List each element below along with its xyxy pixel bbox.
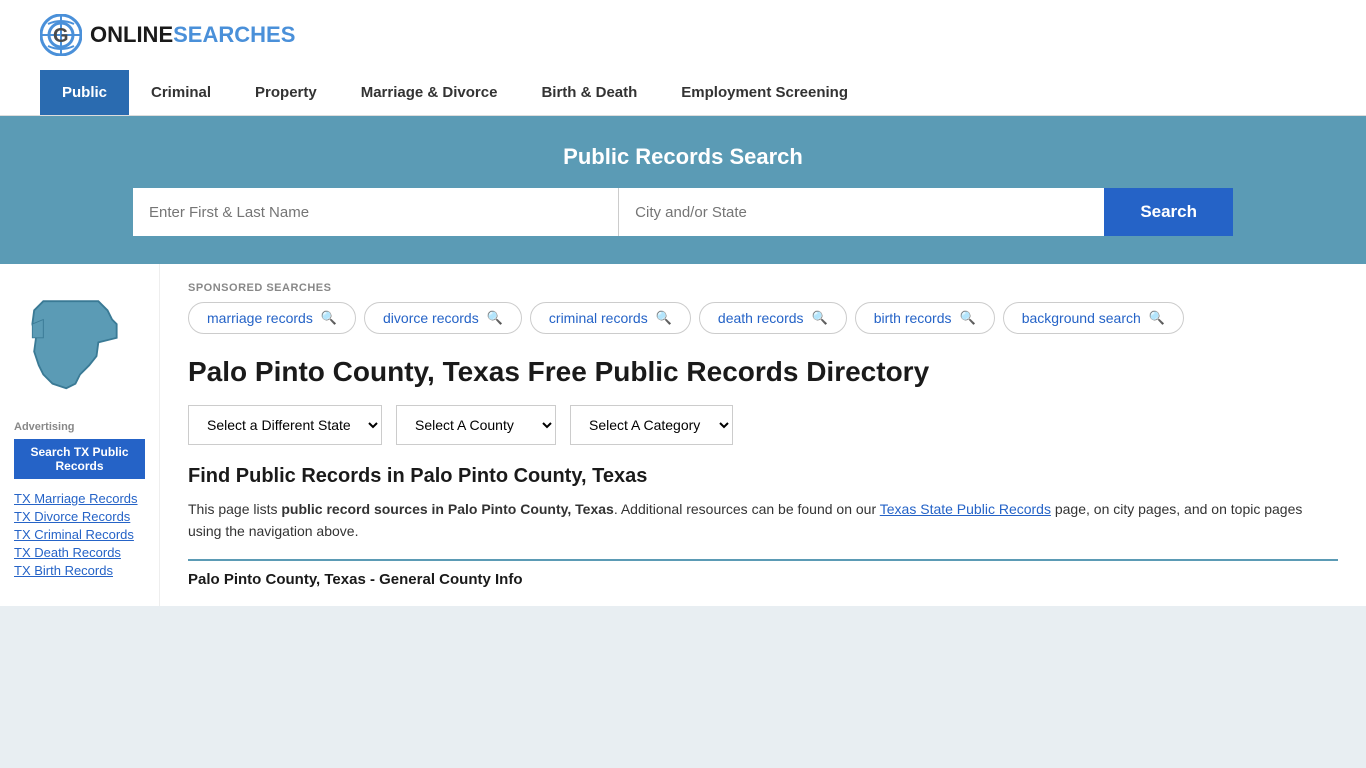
sidebar: Advertising Search TX Public Records TX …	[0, 264, 160, 606]
sidebar-links: TX Marriage Records TX Divorce Records T…	[14, 491, 145, 578]
sidebar-ad-button[interactable]: Search TX Public Records	[14, 439, 145, 479]
search-banner-title: Public Records Search	[40, 144, 1326, 170]
nav-item-birth-death[interactable]: Birth & Death	[519, 70, 659, 115]
main-content: SPONSORED SEARCHES marriage records 🔍 di…	[160, 264, 1366, 606]
name-input[interactable]	[133, 188, 619, 236]
sponsored-tags: marriage records 🔍 divorce records 🔍 cri…	[188, 302, 1338, 334]
search-icon-2: 🔍	[487, 310, 503, 326]
sidebar-ad-label: Advertising	[14, 421, 145, 433]
search-icon-3: 🔍	[656, 310, 672, 326]
search-button[interactable]: Search	[1104, 188, 1233, 236]
sidebar-link-death[interactable]: TX Death Records	[14, 545, 145, 560]
nav-item-employment[interactable]: Employment Screening	[659, 70, 870, 115]
logo-icon: G	[40, 14, 82, 56]
state-dropdown[interactable]: Select a Different State	[188, 405, 382, 445]
search-banner: Public Records Search Search	[0, 116, 1366, 264]
tag-background-search[interactable]: background search 🔍	[1003, 302, 1184, 334]
county-info-header: Palo Pinto County, Texas - General Count…	[188, 559, 1338, 588]
nav-item-public[interactable]: Public	[40, 70, 129, 115]
nav-item-criminal[interactable]: Criminal	[129, 70, 233, 115]
tag-criminal-records[interactable]: criminal records 🔍	[530, 302, 691, 334]
texas-state-link[interactable]: Texas State Public Records	[880, 501, 1051, 517]
tag-birth-records[interactable]: birth records 🔍	[855, 302, 995, 334]
search-icon-4: 🔍	[812, 310, 828, 326]
search-icon-6: 🔍	[1149, 310, 1165, 326]
location-input[interactable]	[619, 188, 1104, 236]
texas-map	[14, 292, 145, 405]
tag-marriage-records[interactable]: marriage records 🔍	[188, 302, 356, 334]
sponsored-label: SPONSORED SEARCHES	[188, 282, 1338, 294]
main-nav: Public Criminal Property Marriage & Divo…	[0, 70, 1366, 116]
search-icon-1: 🔍	[321, 310, 337, 326]
category-dropdown[interactable]: Select A Category	[570, 405, 733, 445]
dropdowns-row: Select a Different State Select A County…	[188, 405, 1338, 445]
site-logo: G ONLINESEARCHES	[40, 14, 295, 56]
sidebar-link-marriage[interactable]: TX Marriage Records	[14, 491, 145, 506]
tag-death-records[interactable]: death records 🔍	[699, 302, 847, 334]
svg-text:G: G	[53, 25, 69, 47]
county-dropdown[interactable]: Select A County	[396, 405, 556, 445]
sidebar-link-birth[interactable]: TX Birth Records	[14, 563, 145, 578]
search-icon-5: 🔍	[960, 310, 976, 326]
sidebar-link-criminal[interactable]: TX Criminal Records	[14, 527, 145, 542]
find-records-title: Find Public Records in Palo Pinto County…	[188, 465, 1338, 488]
sidebar-link-divorce[interactable]: TX Divorce Records	[14, 509, 145, 524]
find-records-desc: This page lists public record sources in…	[188, 498, 1338, 543]
page-title: Palo Pinto County, Texas Free Public Rec…	[188, 354, 1338, 389]
logo-text: ONLINESEARCHES	[90, 22, 295, 48]
tag-divorce-records[interactable]: divorce records 🔍	[364, 302, 522, 334]
nav-item-marriage-divorce[interactable]: Marriage & Divorce	[339, 70, 520, 115]
search-form: Search	[133, 188, 1233, 236]
nav-item-property[interactable]: Property	[233, 70, 339, 115]
